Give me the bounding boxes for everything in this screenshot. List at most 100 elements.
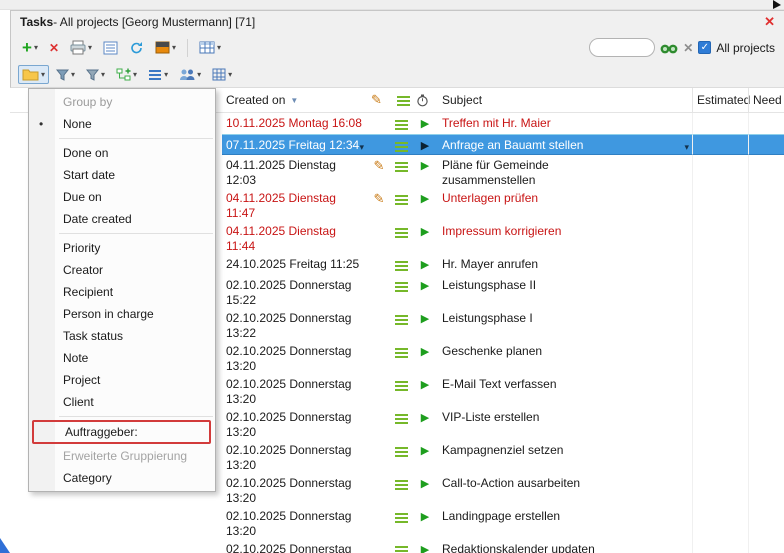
details-list-icon[interactable] xyxy=(391,440,412,473)
start-task-icon[interactable]: ▶ xyxy=(412,341,438,374)
note-pencil-icon[interactable] xyxy=(367,539,391,553)
menu-item-erweiterte-gruppierung[interactable]: Erweiterte Gruppierung xyxy=(29,445,215,467)
menu-item-auftraggeber[interactable]: Auftraggeber: xyxy=(32,420,211,444)
note-pencil-icon[interactable] xyxy=(367,275,391,308)
subject-cell[interactable]: Treffen mit Hr. Maier xyxy=(438,113,692,134)
created-on-cell[interactable]: 02.10.2025 Donnerstag 13:20 xyxy=(222,506,367,539)
note-pencil-icon[interactable]: ✎ xyxy=(367,188,391,221)
created-on-cell[interactable]: 10.11.2025 Montag 16:08 xyxy=(222,113,367,134)
menu-item-done-on[interactable]: Done on xyxy=(29,142,215,164)
note-pencil-icon[interactable] xyxy=(367,374,391,407)
note-pencil-icon[interactable]: ✎ xyxy=(367,155,391,188)
note-pencil-icon[interactable] xyxy=(367,506,391,539)
created-on-cell[interactable]: 02.10.2025 Donnerstag 13:20 xyxy=(222,473,367,506)
start-task-icon[interactable]: ▶ xyxy=(412,506,438,539)
subject-cell[interactable]: Geschenke planen xyxy=(438,341,692,374)
menu-item-note[interactable]: Note xyxy=(29,347,215,369)
menu-item-person-in-charge[interactable]: Person in charge xyxy=(29,303,215,325)
menu-item-category[interactable]: Category xyxy=(29,467,215,489)
start-task-icon[interactable]: ▶ xyxy=(412,308,438,341)
refresh-button[interactable] xyxy=(125,38,148,58)
print-button[interactable]: ▾ xyxy=(66,37,96,58)
color-scheme-button[interactable]: ▾ xyxy=(151,38,180,57)
created-on-cell[interactable]: 02.10.2025 Donnerstag 13:20 xyxy=(222,341,367,374)
menu-item-client[interactable]: Client xyxy=(29,391,215,413)
start-task-icon[interactable]: ▶ xyxy=(412,254,438,275)
menu-item-project[interactable]: Project xyxy=(29,369,215,391)
menu-item-start-date[interactable]: Start date xyxy=(29,164,215,186)
start-task-icon[interactable]: ▶ xyxy=(412,374,438,407)
add-task-button[interactable]: + ▾ xyxy=(18,37,42,58)
subject-cell[interactable]: Landingpage erstellen xyxy=(438,506,692,539)
task-row[interactable]: 02.10.2025 Donnerstag 13:20 ▶ Landingpag… xyxy=(10,506,784,539)
subject-cell[interactable]: VIP-Liste erstellen xyxy=(438,407,692,440)
subject-cell[interactable]: Kampagnenziel setzen xyxy=(438,440,692,473)
close-pane-icon[interactable]: ✕ xyxy=(764,14,775,30)
details-list-icon[interactable] xyxy=(391,407,412,440)
column-timer[interactable] xyxy=(412,88,438,112)
created-on-cell[interactable]: 24.10.2025 Freitag 11:25 xyxy=(222,254,367,275)
filter-2-button[interactable]: ▾ xyxy=(82,66,109,84)
details-list-icon[interactable] xyxy=(391,275,412,308)
subject-cell[interactable]: Impressum korrigieren xyxy=(438,221,692,254)
binoculars-search-icon[interactable] xyxy=(660,42,678,54)
details-list-icon[interactable] xyxy=(391,473,412,506)
note-pencil-icon[interactable] xyxy=(367,134,391,155)
details-list-icon[interactable] xyxy=(391,155,412,188)
details-list-icon[interactable] xyxy=(391,254,412,275)
column-created-on[interactable]: Created on ▼ xyxy=(222,88,367,112)
created-on-cell[interactable]: 02.10.2025 Donnerstag 15:22 xyxy=(222,275,367,308)
details-list-icon[interactable] xyxy=(391,188,412,221)
details-list-icon[interactable] xyxy=(391,506,412,539)
start-task-icon[interactable]: ▶ xyxy=(412,539,438,553)
start-task-icon[interactable]: ▶ xyxy=(412,134,438,155)
note-pencil-icon[interactable] xyxy=(367,254,391,275)
all-projects-checkbox[interactable]: ✓ xyxy=(698,41,711,54)
menu-item-priority[interactable]: Priority xyxy=(29,237,215,259)
details-list-icon[interactable] xyxy=(391,134,412,155)
task-row[interactable]: 02.10.2025 Donnerstag 13:20 ▶ Redaktions… xyxy=(10,539,784,553)
menu-item-recipient[interactable]: Recipient xyxy=(29,281,215,303)
note-pencil-icon[interactable] xyxy=(367,407,391,440)
column-subject[interactable]: Subject xyxy=(438,88,692,112)
column-note[interactable]: ✎ xyxy=(367,88,391,112)
persons-button[interactable]: ▾ xyxy=(175,65,205,84)
subject-cell[interactable]: Leistungsphase I xyxy=(438,308,692,341)
details-list-icon[interactable] xyxy=(391,221,412,254)
menu-item-creator[interactable]: Creator xyxy=(29,259,215,281)
start-task-icon[interactable]: ▶ xyxy=(412,407,438,440)
start-task-icon[interactable]: ▶ xyxy=(412,188,438,221)
start-task-icon[interactable]: ▶ xyxy=(412,275,438,308)
start-task-icon[interactable]: ▶ xyxy=(412,113,438,134)
subject-cell[interactable]: Redaktionskalender updaten xyxy=(438,539,692,553)
note-pencil-icon[interactable] xyxy=(367,221,391,254)
note-pencil-icon[interactable] xyxy=(367,473,391,506)
note-pencil-icon[interactable] xyxy=(367,440,391,473)
created-on-cell[interactable]: 07.11.2025 Freitag 12:34 xyxy=(222,134,367,155)
note-pencil-icon[interactable] xyxy=(367,308,391,341)
layout-view-button[interactable] xyxy=(99,38,122,58)
menu-item-none[interactable]: •None xyxy=(29,113,215,135)
search-input[interactable] xyxy=(589,38,655,57)
start-task-icon[interactable]: ▶ xyxy=(412,473,438,506)
note-pencil-icon[interactable] xyxy=(367,113,391,134)
columns-grid-button[interactable]: ▾ xyxy=(208,65,236,84)
created-on-cell[interactable]: 02.10.2025 Donnerstag 13:20 xyxy=(222,374,367,407)
details-list-icon[interactable] xyxy=(391,539,412,553)
row-height-button[interactable]: ▾ xyxy=(144,66,172,83)
column-details[interactable] xyxy=(391,88,412,112)
subject-cell[interactable]: Call-to-Action ausarbeiten xyxy=(438,473,692,506)
column-needed[interactable]: Need xyxy=(748,88,784,112)
start-task-icon[interactable]: ▶ xyxy=(412,221,438,254)
group-by-button[interactable]: ▾ xyxy=(18,65,49,84)
details-list-icon[interactable] xyxy=(391,113,412,134)
clear-search-icon[interactable]: ✕ xyxy=(683,41,693,55)
menu-item-task-status[interactable]: Task status xyxy=(29,325,215,347)
column-estimated[interactable]: Estimated xyxy=(692,88,748,112)
details-list-icon[interactable] xyxy=(391,341,412,374)
subject-cell[interactable]: Unterlagen prüfen xyxy=(438,188,692,221)
subject-cell[interactable]: Leistungsphase II xyxy=(438,275,692,308)
hierarchy-button[interactable]: ▾ xyxy=(112,65,141,84)
subject-cell[interactable]: Pläne für Gemeindezusammenstellen xyxy=(438,155,692,188)
note-pencil-icon[interactable] xyxy=(367,341,391,374)
